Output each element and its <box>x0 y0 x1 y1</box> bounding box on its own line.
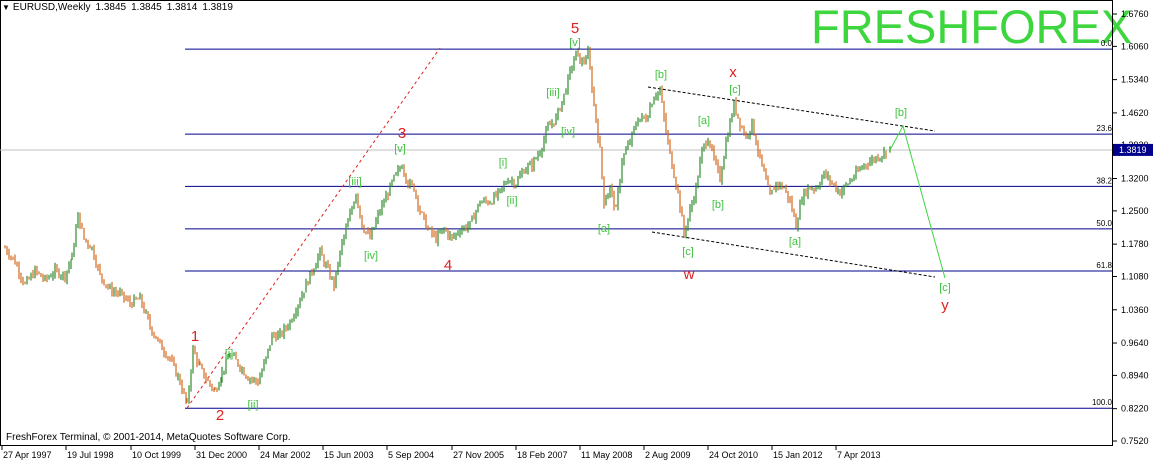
x-tick-label: 18 Feb 2007 <box>517 450 568 460</box>
wave-label: 4 <box>444 257 452 274</box>
x-tick-label: 19 Jul 1998 <box>67 450 114 460</box>
y-tick-label: 1.1780 <box>1121 239 1149 249</box>
wave-label: [iv] <box>364 250 378 262</box>
upper-triangle-line <box>647 86 936 132</box>
wave-label: [v] <box>394 143 406 155</box>
x-tick-label: 11 May 2008 <box>581 450 632 460</box>
wave-label: 5 <box>571 20 579 37</box>
x-tick-label: 10 Oct 1999 <box>132 450 181 460</box>
y-tick-label: 1.6760 <box>1121 9 1149 19</box>
price-tag-label: 1.3819 <box>1119 145 1147 155</box>
x-tick-label: 15 Jan 2012 <box>773 450 823 460</box>
wave-label: [b] <box>712 199 724 211</box>
copyright-footer: FreshForex Terminal, © 2001-2014, MetaQu… <box>6 432 291 443</box>
wave-label: [c] <box>729 84 741 96</box>
wave-label: [c] <box>682 246 694 258</box>
y-axis: 1.67601.60601.53401.46201.39201.32001.25… <box>1112 9 1149 446</box>
y-tick-label: 0.7520 <box>1121 436 1149 446</box>
y-tick-label: 1.0360 <box>1121 305 1149 315</box>
x-tick-label: 27 Nov 2005 <box>453 450 504 460</box>
wave-label: w <box>683 266 695 283</box>
wave-projection <box>889 124 946 279</box>
fib-level-label: 0.0 <box>1101 39 1113 48</box>
projected-wave-path <box>889 124 946 279</box>
fib-level-label: 23.6 <box>1096 124 1112 133</box>
fib-level-label: 50.0 <box>1096 219 1112 228</box>
y-tick-label: 1.4620 <box>1121 108 1149 118</box>
x-tick-label: 24 Mar 2002 <box>260 450 311 460</box>
x-tick-label: 27 Apr 1997 <box>3 450 52 460</box>
wave-label: [a] <box>698 115 710 127</box>
x-tick-label: 2 Aug 2009 <box>645 450 691 460</box>
wave-label: [a] <box>789 236 801 248</box>
x-tick-label: 5 Sep 2004 <box>388 450 434 460</box>
y-tick-label: 1.1080 <box>1121 271 1149 281</box>
wave-label: 1 <box>191 328 199 345</box>
wave-label: y <box>941 297 949 314</box>
fib-level-label: 100.0 <box>1092 398 1113 407</box>
y-tick-label: 0.9640 <box>1121 338 1149 348</box>
y-tick-label: 1.6060 <box>1121 41 1149 51</box>
wave-label: [i] <box>499 157 508 169</box>
y-tick-label: 1.2500 <box>1121 206 1149 216</box>
x-tick-label: 31 Dec 2000 <box>196 450 247 460</box>
current-price-tag: 1.3819 <box>1113 143 1153 156</box>
wave-label: [b] <box>895 107 907 119</box>
wave-label: [c] <box>939 282 951 294</box>
y-tick-label: 1.5340 <box>1121 75 1149 85</box>
fib-level-label: 61.8 <box>1096 261 1112 270</box>
x-tick-label: 24 Oct 2010 <box>709 450 758 460</box>
y-tick-label: 1.3200 <box>1121 174 1149 184</box>
wave-label: 2 <box>216 407 224 424</box>
wave-label: x <box>729 64 737 81</box>
wave-label: [iii] <box>546 87 559 99</box>
candles <box>4 45 891 405</box>
wave-label: [iv] <box>561 126 575 138</box>
fibonacci-levels: 0.0 23.6 38.2 50.0 61.8 100.0 <box>185 39 1113 409</box>
wave-labels: 1 2 3 4 5 x w y [i] [ii] [iii] [iv] [v] [i] [ii] [iii] [… <box>191 20 951 424</box>
wave-label: [v] <box>569 37 581 49</box>
y-tick-label: 0.8220 <box>1121 404 1149 414</box>
wave-label: [i] <box>225 348 234 360</box>
x-tick-label: 7 Apr 2013 <box>837 450 881 460</box>
x-axis: 27 Apr 1997 19 Jul 1998 10 Oct 1999 31 Dec … <box>1 445 881 460</box>
fib-level-label: 38.2 <box>1096 176 1112 185</box>
x-tick-label: 15 Jun 2003 <box>324 450 374 460</box>
wave-label: [ii] <box>507 195 518 207</box>
wave-label: [b] <box>655 69 667 81</box>
wave-label: [ii] <box>248 399 259 411</box>
plot-area-border <box>0 0 1113 446</box>
price-chart[interactable]: 0.0 23.6 38.2 50.0 61.8 100.0 1 2 3 4 5 x w y [i] [ii]… <box>0 0 1154 464</box>
wave-label: [a] <box>598 223 610 235</box>
wave-label: 3 <box>398 125 406 142</box>
y-tick-label: 0.8940 <box>1121 370 1149 380</box>
trend-lines <box>186 47 936 409</box>
wave-label: [iii] <box>348 176 361 188</box>
